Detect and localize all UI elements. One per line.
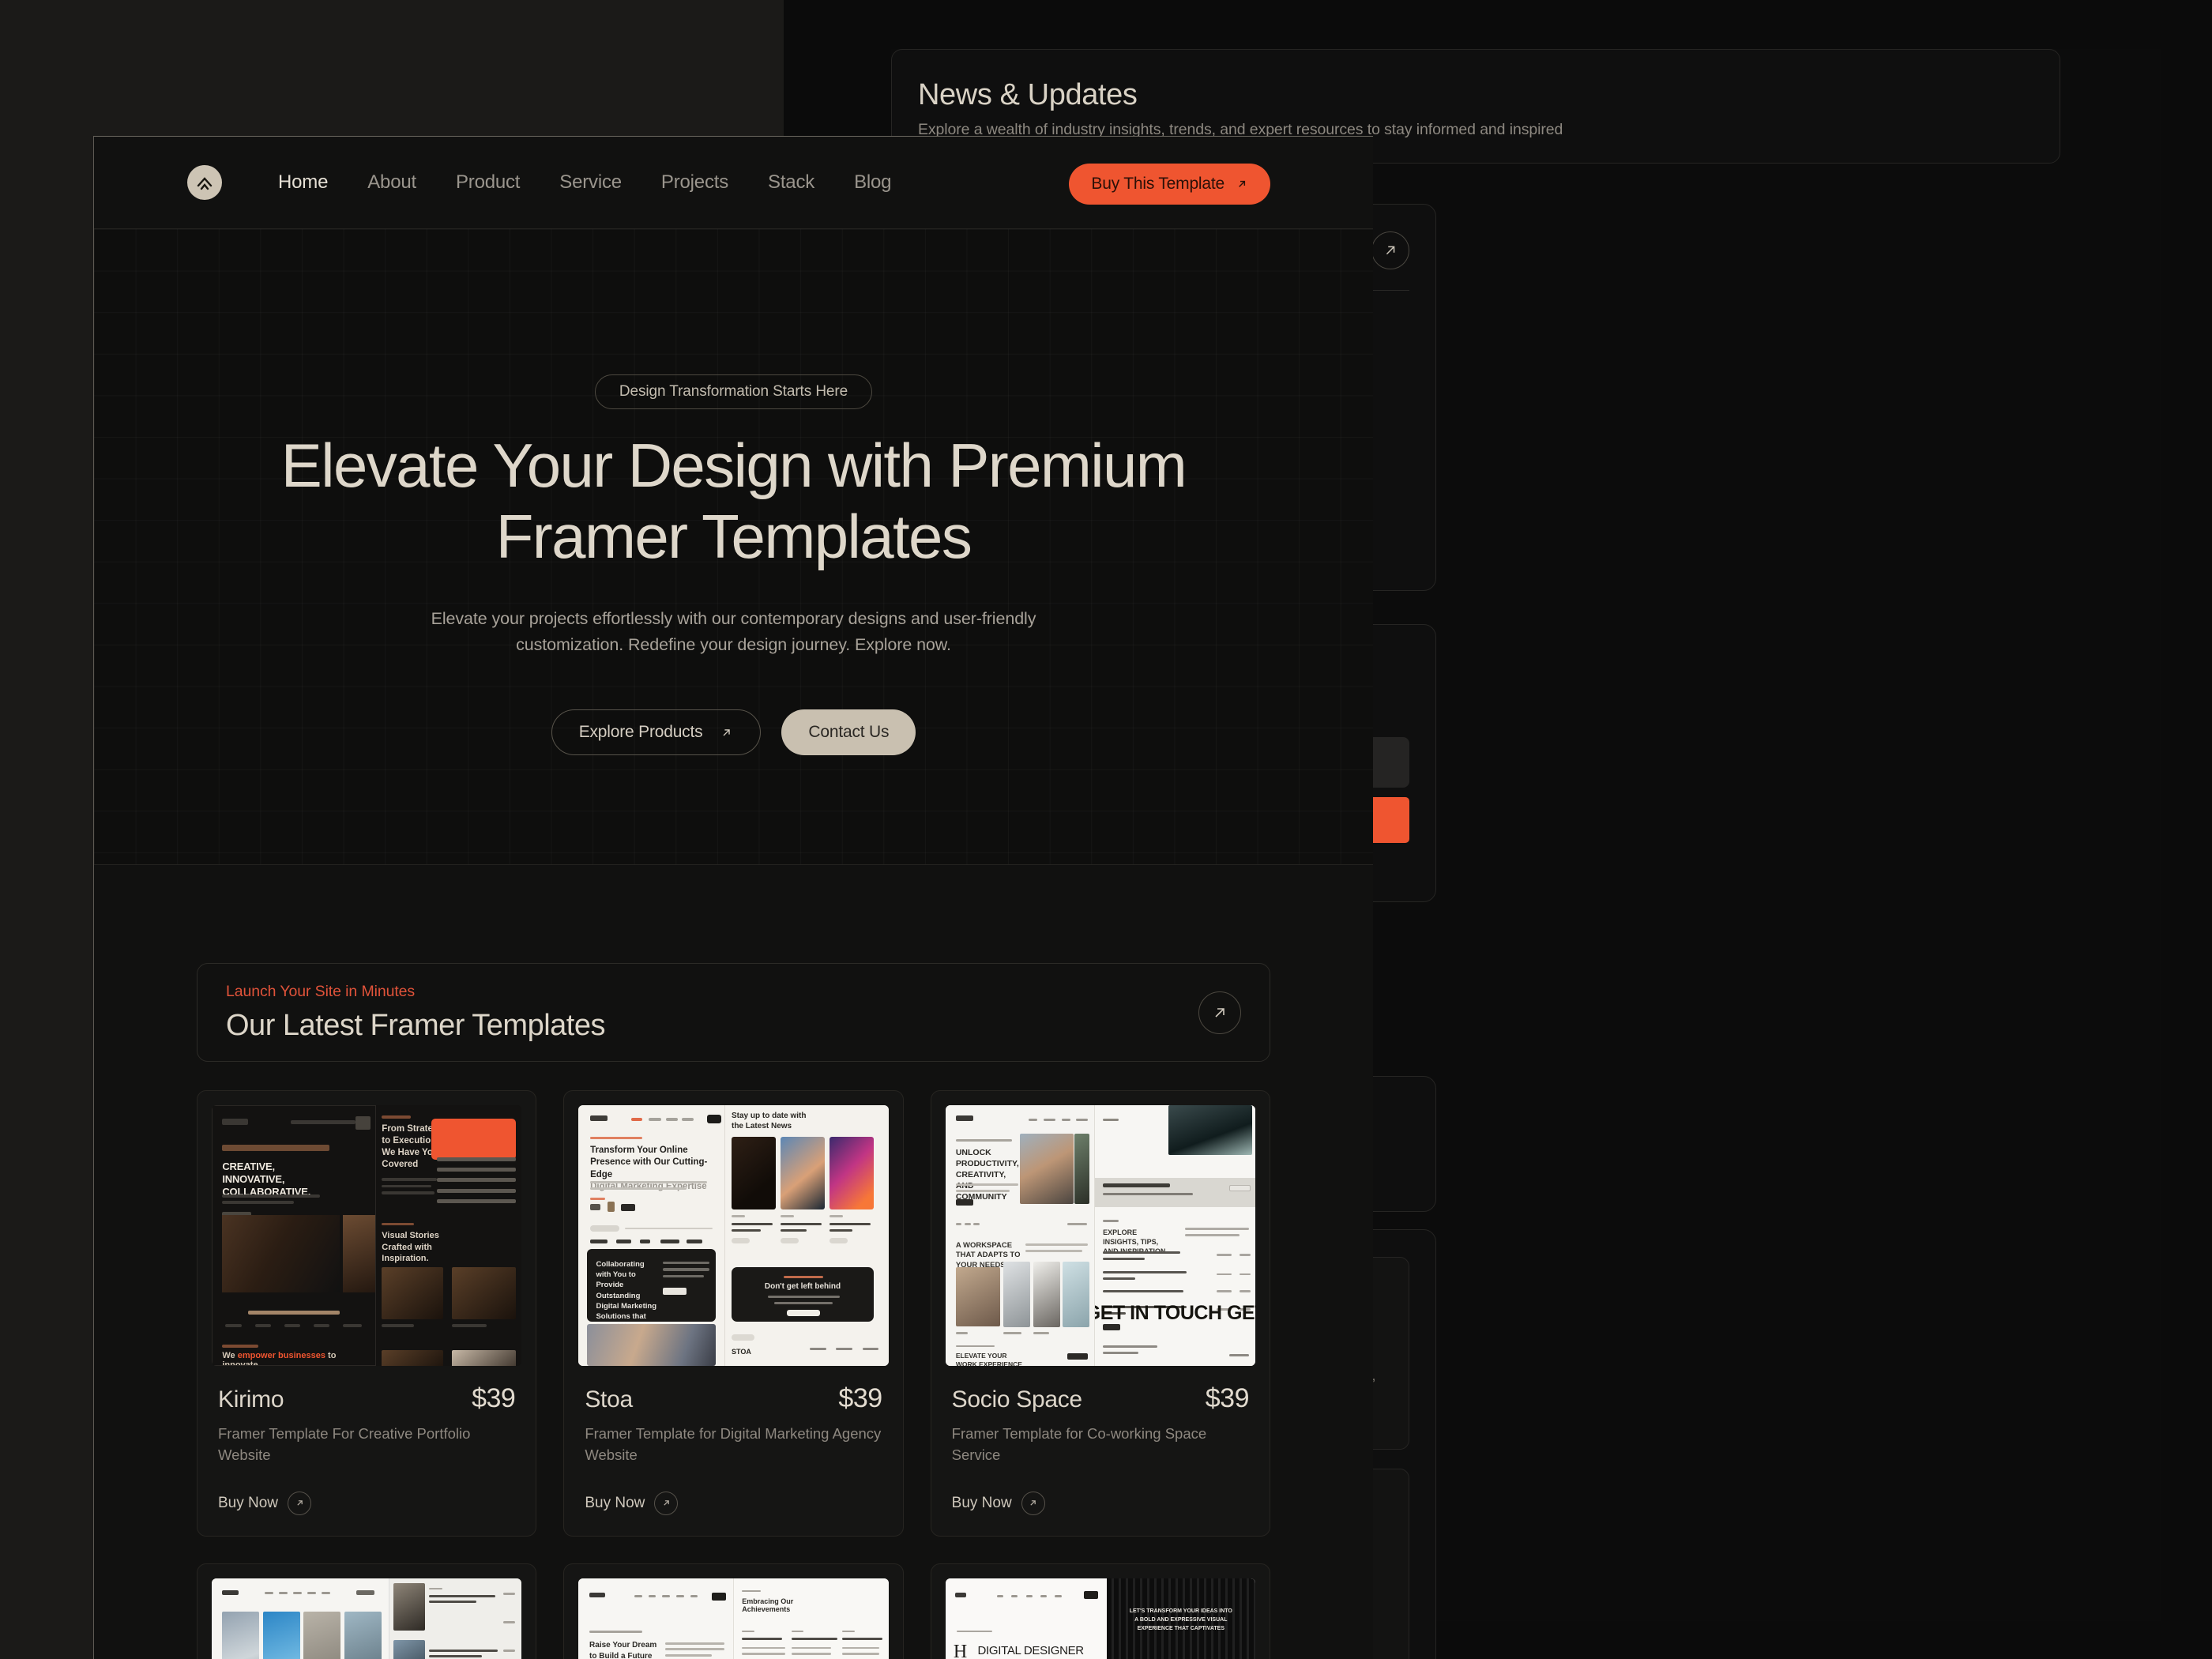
nav-item-home[interactable]: Home [258, 171, 348, 194]
template-card-row2-3[interactable]: HV DIGITAL DESIGNER AND ART DIRECTOR LET… [930, 1563, 1270, 1659]
template-card-kirimo[interactable]: CREATIVE, INNOVATIVE, COLLABORATIVE. We … [197, 1090, 537, 1537]
contact-us-button[interactable]: Contact Us [781, 709, 916, 756]
template-price: $39 [838, 1383, 882, 1413]
arrow-up-right-icon[interactable] [1198, 991, 1241, 1034]
main-site-window: Home About Product Service Projects Stac… [93, 136, 1373, 1659]
buy-this-template-label: Buy This Template [1091, 175, 1224, 193]
arrow-up-right-icon [654, 1491, 679, 1515]
template-cards: CREATIVE, INNOVATIVE, COLLABORATIVE. We … [197, 1090, 1270, 1659]
section-eyebrow: Launch Your Site in Minutes [226, 982, 416, 1000]
template-card-stoa[interactable]: Transform Your Online Presence with Our … [563, 1090, 904, 1537]
template-name: Stoa [585, 1386, 633, 1413]
brand-chevron-logo[interactable] [187, 165, 222, 200]
template-card-row2-2[interactable]: Raise Your Dream to Build a Future Embra… [563, 1563, 904, 1659]
templates-section-header: Launch Your Site in Minutes Our Latest F… [197, 963, 1270, 1062]
template-description: Framer Template for Digital Marketing Ag… [585, 1425, 882, 1463]
buy-now-button[interactable]: Buy Now [951, 1491, 1249, 1515]
template-card-socio-space[interactable]: UNLOCK PRODUCTIVITY, CREATIVITY, AND COM… [930, 1090, 1270, 1537]
buy-now-label: Buy Now [585, 1494, 645, 1511]
nav-item-stack[interactable]: Stack [748, 171, 834, 194]
template-name: Kirimo [218, 1386, 284, 1413]
template-preview-image: Transform Your Online Presence with Our … [578, 1105, 889, 1366]
navbar: Home About Product Service Projects Stac… [94, 137, 1373, 228]
template-price: $39 [472, 1383, 516, 1413]
hero-cta-group: Explore Products Contact Us [551, 709, 916, 756]
screenshot-stage: News & Updates Explore a wealth of indus… [0, 0, 2212, 1659]
explore-products-label: Explore Products [578, 723, 703, 742]
template-cards-row-1: CREATIVE, INNOVATIVE, COLLABORATIVE. We … [197, 1090, 1270, 1537]
buy-now-label: Buy Now [218, 1494, 279, 1511]
nav-links: Home About Product Service Projects Stac… [258, 171, 911, 194]
news-page-title: News & Updates [918, 78, 1138, 111]
arrow-up-right-icon [720, 726, 733, 739]
nav-item-about[interactable]: About [348, 171, 436, 194]
preview-headline: DIGITAL DESIGNER AND ART DIRECTOR [977, 1643, 1084, 1657]
buy-now-label: Buy Now [951, 1494, 1012, 1511]
template-card-row2-1[interactable] [197, 1563, 537, 1659]
nav-item-service[interactable]: Service [540, 171, 641, 194]
template-preview-image [212, 1578, 522, 1659]
page-title: Elevate Your Design with Premium Framer … [280, 431, 1187, 572]
section-title: Our Latest Framer Templates [226, 1008, 605, 1042]
nav-item-product[interactable]: Product [436, 171, 540, 194]
template-description: Framer Template For Creative Portfolio W… [218, 1425, 471, 1463]
buy-now-button[interactable]: Buy Now [218, 1491, 515, 1515]
hero-pill: Design Transformation Starts Here [594, 374, 873, 409]
nav-item-projects[interactable]: Projects [641, 171, 748, 194]
arrow-up-right-icon [1236, 178, 1248, 190]
buy-now-button[interactable]: Buy Now [585, 1491, 882, 1515]
template-preview-image: CREATIVE, INNOVATIVE, COLLABORATIVE. We … [212, 1105, 522, 1366]
nav-item-blog[interactable]: Blog [834, 171, 911, 194]
arrow-up-right-icon [288, 1491, 312, 1515]
explore-products-button[interactable]: Explore Products [551, 709, 762, 756]
template-description: Framer Template for Co-working Space Ser… [951, 1425, 1207, 1463]
hero-section: Design Transformation Starts Here Elevat… [94, 228, 1373, 865]
template-preview-image: Raise Your Dream to Build a Future Embra… [578, 1578, 889, 1659]
preview-headline: Raise Your Dream to Build a Future [589, 1640, 657, 1659]
template-price: $39 [1205, 1383, 1250, 1413]
preview-get-in-touch-text: GET IN TOUCH GET [1095, 1302, 1255, 1325]
arrow-up-right-icon[interactable] [1371, 231, 1409, 269]
buy-this-template-button[interactable]: Buy This Template [1069, 164, 1270, 205]
template-preview-image: HV DIGITAL DESIGNER AND ART DIRECTOR LET… [945, 1578, 1255, 1659]
template-preview-image: UNLOCK PRODUCTIVITY, CREATIVITY, AND COM… [945, 1105, 1255, 1366]
template-cards-row-2: Raise Your Dream to Build a Future Embra… [197, 1563, 1270, 1659]
arrow-up-right-icon [1021, 1491, 1045, 1515]
template-name: Socio Space [951, 1386, 1082, 1413]
hero-paragraph: Elevate your projects effortlessly with … [431, 608, 1036, 654]
